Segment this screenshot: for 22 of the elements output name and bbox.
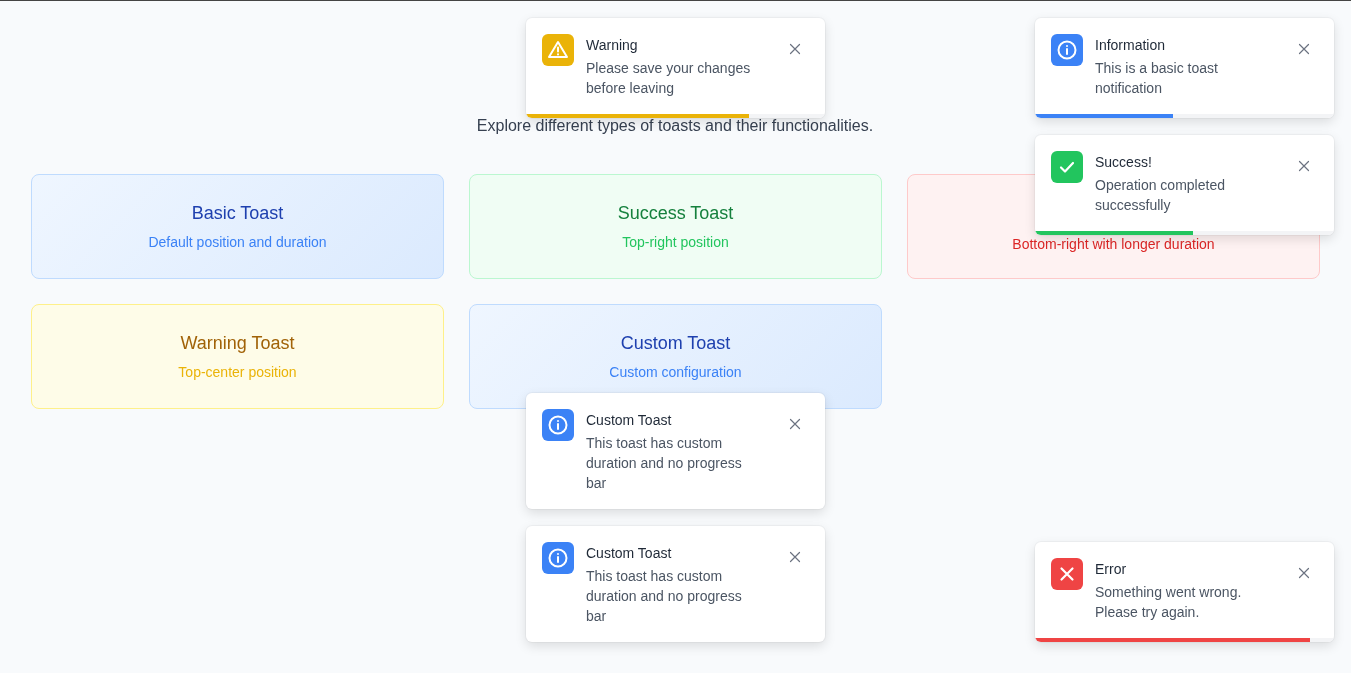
card-description: Custom configuration xyxy=(609,364,742,380)
card-description: Top-center position xyxy=(178,364,297,380)
toast-message: Something went wrong. Please try again. xyxy=(1095,583,1243,622)
toast-title: Warning xyxy=(586,36,639,55)
toast-message: This toast has custom duration and no progress bar xyxy=(586,434,743,493)
card-title: Success Toast xyxy=(617,203,734,224)
toast-message: Please save your changes before leaving xyxy=(586,59,752,98)
card-title: Warning Toast xyxy=(180,333,295,354)
toast-title: Success! xyxy=(1095,153,1153,172)
toast-message: This is a basic toast notification xyxy=(1095,59,1219,98)
toast-title: Custom Toast xyxy=(586,544,673,563)
toast-message: Operation completed successfully xyxy=(1095,176,1226,215)
toast-title: Error xyxy=(1095,560,1128,579)
toast-message: This toast has custom duration and no progress bar xyxy=(586,567,743,626)
card-description: Default position and duration xyxy=(148,234,327,250)
card-title: Basic Toast xyxy=(191,203,284,224)
toast-title: Custom Toast xyxy=(586,411,673,430)
card-title: Custom Toast xyxy=(620,333,731,354)
page-subtitle: Explore different types of toasts and their functionalities. xyxy=(475,116,875,136)
card-description: Bottom-right with longer duration xyxy=(1012,236,1215,252)
card-description: Top-right position xyxy=(622,234,729,250)
toast-title: Information xyxy=(1095,36,1167,55)
